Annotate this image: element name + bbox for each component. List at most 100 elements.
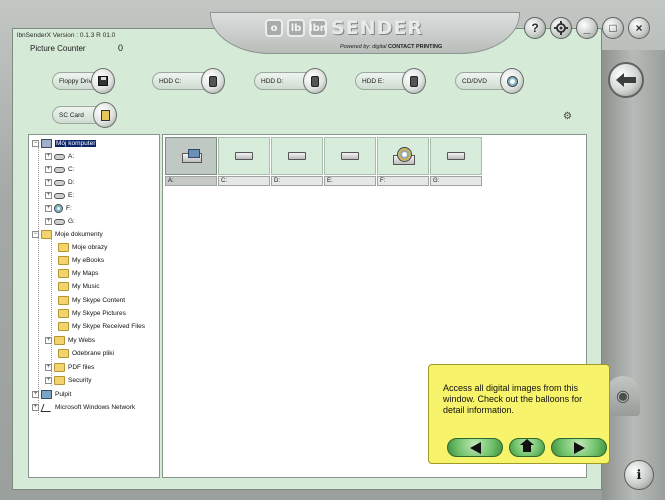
powered-brand: CONTACT PRINTING xyxy=(388,44,443,50)
tree-item[interactable]: + D: xyxy=(45,176,75,189)
tree-item[interactable]: + Microsoft Windows Network xyxy=(32,401,135,414)
grid-item-c[interactable]: C: xyxy=(218,137,270,186)
tree-item[interactable]: My Music xyxy=(49,280,99,293)
drive-label: HDD E: xyxy=(362,77,385,85)
tree-item[interactable]: − Moje dokumenty xyxy=(32,228,103,241)
minimize-icon: _ xyxy=(583,21,591,35)
cd-dvd-button[interactable]: CD/DVD xyxy=(455,68,524,94)
sd-card-icon xyxy=(93,102,117,128)
tree-item[interactable]: Odebrane pliki xyxy=(49,347,114,360)
logo-box-icon: lbn xyxy=(309,19,327,37)
powered-by: Powered by: digital CONTACT PRINTING xyxy=(340,44,442,50)
maximize-icon: □ xyxy=(609,21,617,35)
tree-item[interactable]: My eBooks xyxy=(49,254,104,267)
tree-item[interactable]: My Skype Received Files xyxy=(49,320,145,333)
tree-item[interactable]: + F: xyxy=(45,202,72,215)
tree-item[interactable]: + A: xyxy=(45,150,74,163)
hdd-icon xyxy=(271,137,323,175)
hdd-icon xyxy=(324,137,376,175)
floppy-drive-button[interactable]: Floppy Drive xyxy=(52,68,115,94)
balloon-text: Access all digital images from this wind… xyxy=(443,383,583,415)
drive-icon xyxy=(54,166,65,173)
logo-box-icon: o xyxy=(265,19,283,37)
floppy-icon xyxy=(91,68,115,94)
grid-item-label: A: xyxy=(165,176,217,186)
home-icon xyxy=(520,438,534,453)
hdd-d-button[interactable]: HDD D: xyxy=(254,68,327,94)
help-button[interactable]: ? xyxy=(524,17,546,39)
arrow-left-icon xyxy=(469,441,481,454)
folder-icon xyxy=(58,243,69,252)
settings-button[interactable] xyxy=(550,17,572,39)
tree-item[interactable]: + C: xyxy=(45,163,75,176)
close-button[interactable]: × xyxy=(628,17,650,39)
tree-item[interactable]: + My Webs xyxy=(45,334,95,347)
gear-icon xyxy=(554,21,568,35)
tree-item[interactable]: My Skype Content xyxy=(49,294,125,307)
folder-icon xyxy=(58,256,69,265)
minimize-button[interactable]: _ xyxy=(576,17,598,39)
grid-item-label: C: xyxy=(218,176,270,186)
arrow-right-icon xyxy=(573,441,585,454)
tree-item[interactable]: + PDF files xyxy=(45,361,94,374)
grid-item-e[interactable]: E: xyxy=(324,137,376,186)
sc-card-button[interactable]: SC Card xyxy=(52,102,117,128)
tree-item[interactable]: My Skype Pictures xyxy=(49,307,126,320)
folder-icon xyxy=(54,363,65,372)
folder-icon xyxy=(58,269,69,278)
grid-item-a[interactable]: A: xyxy=(165,137,217,186)
folder-icon xyxy=(58,296,69,305)
tree-item[interactable]: − Mój komputer xyxy=(32,137,97,150)
eye-icon: ◉ xyxy=(616,388,630,405)
folder-icon xyxy=(41,230,52,239)
maximize-button[interactable]: □ xyxy=(602,17,624,39)
hdd-icon xyxy=(303,68,327,94)
drive-label: Floppy Drive xyxy=(59,77,96,85)
folder-icon xyxy=(58,349,69,358)
network-icon xyxy=(41,403,52,412)
folder-icon xyxy=(58,282,69,291)
floppy-icon xyxy=(165,137,217,175)
info-button[interactable]: ℹ xyxy=(624,460,654,490)
folder-icon xyxy=(54,376,65,385)
info-icon: ℹ xyxy=(636,467,642,482)
back-button[interactable] xyxy=(608,62,644,98)
drive-label: SC Card xyxy=(59,111,84,119)
desktop-icon xyxy=(41,390,52,399)
hdd-e-button[interactable]: HDD E: xyxy=(355,68,426,94)
app-logo: o lb lbn SENDER xyxy=(265,17,455,39)
folder-icon xyxy=(58,322,69,331)
tree-item[interactable]: + G: xyxy=(45,215,75,228)
grid-item-label: G: xyxy=(430,176,482,186)
balloon-next-button[interactable] xyxy=(551,438,607,457)
picture-counter-value: 0 xyxy=(118,43,124,53)
folder-icon xyxy=(58,309,69,318)
tree-item[interactable]: Moje obrazy xyxy=(49,241,107,254)
hdd-icon xyxy=(402,68,426,94)
help-icon: ? xyxy=(531,21,539,35)
grid-item-label: E: xyxy=(324,176,376,186)
grid-item-label: D: xyxy=(271,176,323,186)
cd-icon xyxy=(500,68,524,94)
grid-item-g[interactable]: G: xyxy=(430,137,482,186)
balloon-prev-button[interactable] xyxy=(447,438,503,457)
close-icon: × xyxy=(635,21,643,35)
drive-icon xyxy=(54,192,65,199)
tree-item[interactable]: + Pulpit xyxy=(32,388,71,401)
help-balloon: Access all digital images from this wind… xyxy=(428,364,610,464)
logo-box-icon: lb xyxy=(287,19,305,37)
balloon-home-button[interactable] xyxy=(509,438,545,457)
tree-item[interactable]: + E: xyxy=(45,189,74,202)
tree-item[interactable]: + Security xyxy=(45,374,91,387)
view-button[interactable]: ◉ xyxy=(606,376,640,416)
options-icon[interactable]: ⚙ xyxy=(563,111,575,125)
hdd-icon xyxy=(430,137,482,175)
hdd-icon xyxy=(201,68,225,94)
hdd-c-button[interactable]: HDD C: xyxy=(152,68,225,94)
tree-item[interactable]: My Maps xyxy=(49,267,98,280)
folder-icon xyxy=(54,336,65,345)
drive-label: HDD C: xyxy=(159,77,182,85)
folder-tree[interactable]: − Mój komputer + A: + C: + D: + E: + F: + G: − M… xyxy=(28,134,160,478)
grid-item-d[interactable]: D: xyxy=(271,137,323,186)
grid-item-f[interactable]: F: xyxy=(377,137,429,186)
